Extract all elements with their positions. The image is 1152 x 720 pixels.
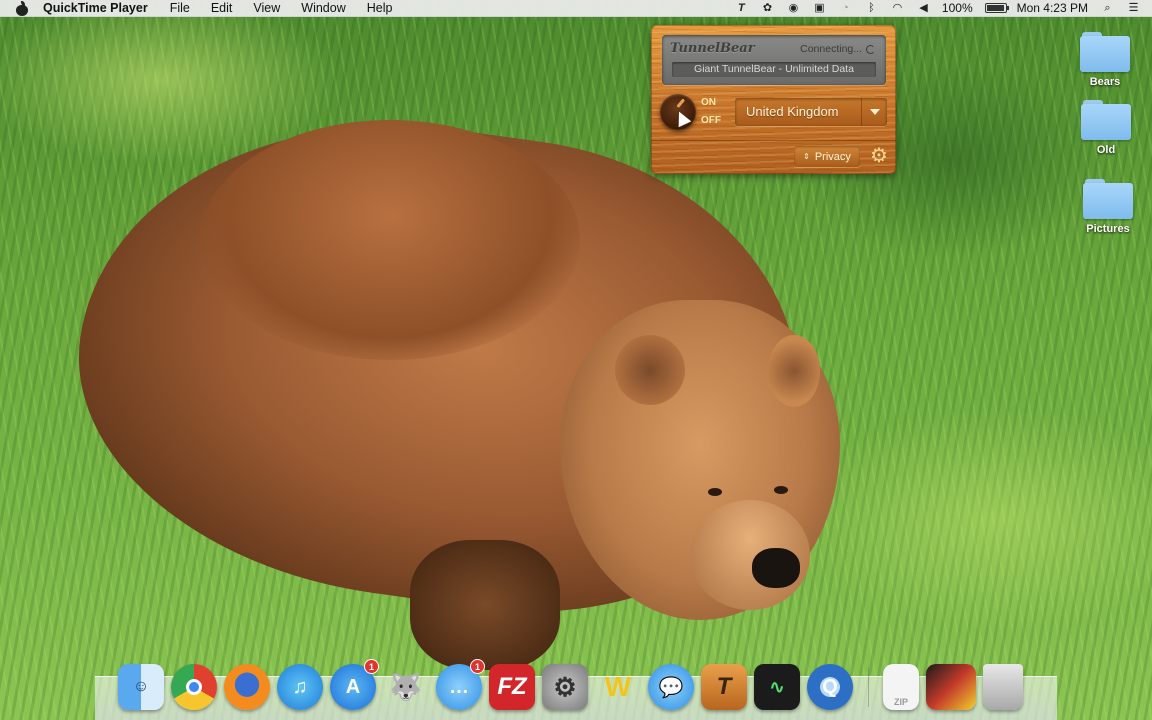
menu-bar: QuickTime Player File Edit View Window H… <box>0 0 1152 17</box>
zip-file-label: ZIP <box>893 697 908 707</box>
battery-percent: 100% <box>941 1 973 15</box>
dock-separator <box>868 667 869 707</box>
folder-icon <box>1080 32 1130 72</box>
weka-icon[interactable]: W <box>595 664 641 710</box>
zip-file-icon[interactable]: ZIP <box>883 664 919 710</box>
bear-nose <box>752 548 800 588</box>
gear-icon[interactable]: ⚙ <box>868 145 890 167</box>
menu-edit[interactable]: Edit <box>211 1 233 15</box>
menu-view[interactable]: View <box>253 1 280 15</box>
system-preferences-icon[interactable]: ⚙ <box>542 664 588 710</box>
messages-badge: 1 <box>470 659 485 674</box>
chat-icon[interactable]: 💬 <box>648 664 694 710</box>
apple-menu-icon[interactable] <box>15 0 29 16</box>
folder-icon <box>1081 100 1131 140</box>
folder-icon <box>1083 179 1133 219</box>
menu-app-name[interactable]: QuickTime Player <box>43 1 148 15</box>
toggle-on-label[interactable]: ON <box>701 97 716 108</box>
privacy-button[interactable]: ⇕ Privacy <box>794 146 860 167</box>
dock: ☺ ♫ A1 🐺 … 1 FZ ⚙ W 💬 T ∿ Q ZIP <box>118 658 1030 710</box>
chevron-down-icon[interactable] <box>861 98 887 126</box>
network-status-icon[interactable]: ✿ <box>760 2 775 15</box>
bear-hump <box>200 120 580 360</box>
toggle-off-label[interactable]: OFF <box>701 115 721 126</box>
messages-icon[interactable]: … 1 <box>436 659 485 710</box>
bear-leg <box>410 540 560 670</box>
screenshots-stack-icon[interactable] <box>926 664 976 710</box>
desktop-wallpaper <box>0 0 1152 720</box>
chevrons-icon: ⇕ <box>803 152 810 161</box>
menu-file[interactable]: File <box>170 1 190 15</box>
bear-ear-left <box>615 335 685 405</box>
notification-center-icon[interactable]: ☰ <box>1126 2 1141 15</box>
loading-spinner-icon <box>866 44 875 54</box>
trash-icon[interactable] <box>983 664 1023 710</box>
status-area: T ✿ ◉ ▣ ◔ ᛒ ◠ ◀ 100% Mon 4:23 PM ⌕ ☰ <box>734 0 1152 17</box>
tunnelbear-status-screen: TunnelBear Connecting... Giant TunnelBea… <box>662 35 886 85</box>
plan-label: Giant TunnelBear - Unlimited Data <box>672 62 876 77</box>
country-selector-value: United Kingdom <box>746 104 839 119</box>
activity-monitor-icon[interactable]: ∿ <box>754 664 800 710</box>
panel-divider <box>651 140 896 141</box>
bear-eye-left <box>708 488 722 496</box>
gimp-icon[interactable]: 🐺 <box>383 664 429 710</box>
time-machine-icon[interactable]: ◔ <box>838 2 853 15</box>
menu-clock[interactable]: Mon 4:23 PM <box>1017 1 1088 15</box>
desktop-folder-pictures[interactable]: Pictures <box>1073 179 1143 235</box>
bear-ear-right <box>768 335 820 407</box>
wifi-icon[interactable]: ◠ <box>890 2 905 15</box>
chrome-icon[interactable] <box>171 664 217 710</box>
spotlight-search-icon[interactable]: ⌕ <box>1100 2 1115 15</box>
desktop-folder-bears[interactable]: Bears <box>1070 32 1140 88</box>
screen-status-icon[interactable]: ▣ <box>812 2 827 15</box>
tunnelbear-panel: TunnelBear Connecting... Giant TunnelBea… <box>651 25 896 174</box>
tunnelbear-logo: TunnelBear <box>670 41 755 56</box>
battery-icon[interactable] <box>984 3 1009 13</box>
folder-label: Old <box>1096 144 1116 156</box>
bear-eye-right <box>774 486 788 494</box>
desktop-folder-old[interactable]: Old <box>1071 100 1141 156</box>
quicktime-icon[interactable]: Q <box>807 664 853 710</box>
itunes-icon[interactable]: ♫ <box>277 664 323 710</box>
bluetooth-icon[interactable]: ᛒ <box>864 2 879 15</box>
connection-status-text: Connecting... <box>800 43 862 55</box>
firefox-icon[interactable] <box>224 664 270 710</box>
menu-help[interactable]: Help <box>367 1 393 15</box>
filezilla-icon[interactable]: FZ <box>489 664 535 710</box>
volume-icon[interactable]: ◀ <box>916 2 931 15</box>
tunnelbear-status-icon[interactable]: T <box>734 2 749 15</box>
record-status-icon[interactable]: ◉ <box>786 2 801 15</box>
country-selector[interactable]: United Kingdom <box>735 98 887 126</box>
finder-icon[interactable]: ☺ <box>118 664 164 710</box>
tunnelbear-icon[interactable]: T <box>701 664 747 710</box>
folder-label: Pictures <box>1086 223 1130 235</box>
connection-status: Connecting... <box>800 43 875 55</box>
menu-window[interactable]: Window <box>301 1 345 15</box>
privacy-button-label: Privacy <box>814 150 851 163</box>
app-store-badge: 1 <box>364 659 379 674</box>
folder-label: Bears <box>1089 76 1121 88</box>
app-store-icon[interactable]: A1 <box>330 659 379 710</box>
